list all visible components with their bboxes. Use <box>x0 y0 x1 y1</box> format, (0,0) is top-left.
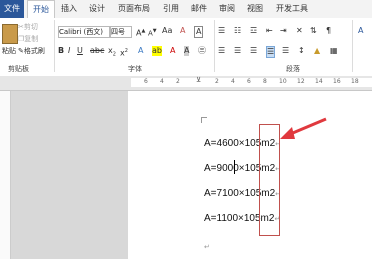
font-size-select[interactable]: 四号 <box>110 26 132 38</box>
format-painter-button[interactable]: ✎格式刷 <box>18 46 45 56</box>
ruler-tick: 14 <box>315 78 323 85</box>
clipboard-group-label: 剪贴板 <box>8 65 29 73</box>
ruler-tick: 6 <box>144 78 148 85</box>
paste-button-label[interactable]: 粘贴 <box>2 46 16 56</box>
enclose-char-icon[interactable]: ㊂ <box>198 46 206 56</box>
increase-indent-icon[interactable]: ⇥ <box>280 26 287 36</box>
decrease-indent-icon[interactable]: ⇤ <box>266 26 273 36</box>
grow-font-icon[interactable]: A▲ <box>136 26 145 39</box>
show-marks-icon[interactable]: ¶ <box>326 26 331 36</box>
font-color-icon[interactable]: A <box>170 46 175 56</box>
ruler-tick: 2 <box>215 78 219 85</box>
subscript-icon[interactable]: x2 <box>108 46 116 60</box>
numbering-icon[interactable]: ☷ <box>234 26 241 36</box>
ruler-tick: 4 <box>160 78 164 85</box>
highlight-icon[interactable]: ab <box>152 46 162 56</box>
annotation-arrow-icon <box>280 117 327 139</box>
tab-mailings[interactable]: 邮件 <box>188 0 210 18</box>
align-left-icon[interactable]: ☰ <box>218 46 225 56</box>
shrink-font-icon[interactable]: A▼ <box>148 26 157 38</box>
paste-icon[interactable] <box>2 24 18 44</box>
tab-home[interactable]: 开始 <box>27 0 55 19</box>
align-center-icon[interactable]: ☰ <box>234 46 241 56</box>
ruler-tick: 8 <box>263 78 267 85</box>
ribbon: 粘贴 ✂剪切 ❐复制 ✎格式刷 剪贴板 Calibri (西文) 四号 A▲ A… <box>0 18 372 77</box>
ruler-tick: 10 <box>279 78 287 85</box>
char-border-icon[interactable]: A <box>194 26 204 38</box>
margin-corner-mark <box>201 117 207 123</box>
char-shading-icon[interactable]: A <box>184 46 190 56</box>
superscript-icon[interactable]: x2 <box>120 46 128 59</box>
sort-icon[interactable]: ⇅ <box>310 26 317 36</box>
tab-insert[interactable]: 插入 <box>58 0 80 18</box>
change-case-icon[interactable]: Aa <box>162 26 172 36</box>
group-separator <box>54 20 55 72</box>
document-page[interactable] <box>128 91 372 259</box>
tab-review[interactable]: 审阅 <box>216 0 238 18</box>
ruler-tick: 6 <box>247 78 251 85</box>
ruler-tick: 4 <box>231 78 235 85</box>
tab-view[interactable]: 视图 <box>244 0 266 18</box>
text-cursor <box>234 160 235 174</box>
annotation-highlight-box <box>259 124 280 236</box>
multilevel-list-icon[interactable]: ☲ <box>250 26 257 36</box>
distribute-icon[interactable]: ☰ <box>282 46 289 56</box>
italic-icon[interactable]: I <box>68 46 70 56</box>
tab-developer[interactable]: 开发工具 <box>272 0 312 18</box>
ruler-tick: 12 <box>297 78 305 85</box>
styles-icon[interactable]: A <box>358 26 363 36</box>
group-separator <box>214 20 215 72</box>
tab-design[interactable]: 设计 <box>86 0 108 18</box>
copy-button[interactable]: ❐复制 <box>18 34 38 44</box>
font-name-select[interactable]: Calibri (西文) <box>58 26 110 38</box>
ruler-tick: 16 <box>333 78 341 85</box>
font-group-label: 字体 <box>128 65 142 73</box>
tab-references[interactable]: 引用 <box>160 0 182 18</box>
tab-file[interactable]: 文件 <box>0 0 24 18</box>
horizontal-ruler[interactable]: 6 4 2 2 4 6 8 10 12 14 16 18 ⊻ <box>0 76 372 91</box>
cut-button[interactable]: ✂剪切 <box>18 22 38 32</box>
strikethrough-icon[interactable]: abc <box>90 46 104 56</box>
vertical-ruler[interactable] <box>0 91 11 259</box>
paragraph-mark-icon: ↵ <box>204 243 210 251</box>
bullets-icon[interactable]: ☰ <box>218 26 225 36</box>
align-right-icon[interactable]: ☰ <box>250 46 257 56</box>
chinese-layout-icon[interactable]: ✕ <box>296 26 303 36</box>
clear-format-icon[interactable]: A <box>180 26 185 36</box>
group-separator <box>352 20 353 72</box>
ruler-tick: 2 <box>176 78 180 85</box>
borders-icon[interactable]: ▦ <box>330 46 338 56</box>
ribbon-tab-bar: 文件 开始 插入 设计 页面布局 引用 邮件 审阅 视图 开发工具 <box>0 0 372 19</box>
underline-icon[interactable]: U <box>77 46 83 56</box>
bold-icon[interactable]: B <box>58 46 64 56</box>
tab-layout[interactable]: 页面布局 <box>114 0 154 18</box>
shading-icon[interactable]: ▲ <box>314 46 320 56</box>
text-effects-icon[interactable]: A <box>138 46 143 56</box>
indent-marker-icon[interactable]: ⊻ <box>196 76 201 84</box>
justify-icon[interactable]: ☰ <box>266 46 276 58</box>
ruler-tick: 18 <box>351 78 359 85</box>
paragraph-group-label: 段落 <box>286 65 300 73</box>
line-spacing-icon[interactable]: ↕ <box>298 46 305 56</box>
